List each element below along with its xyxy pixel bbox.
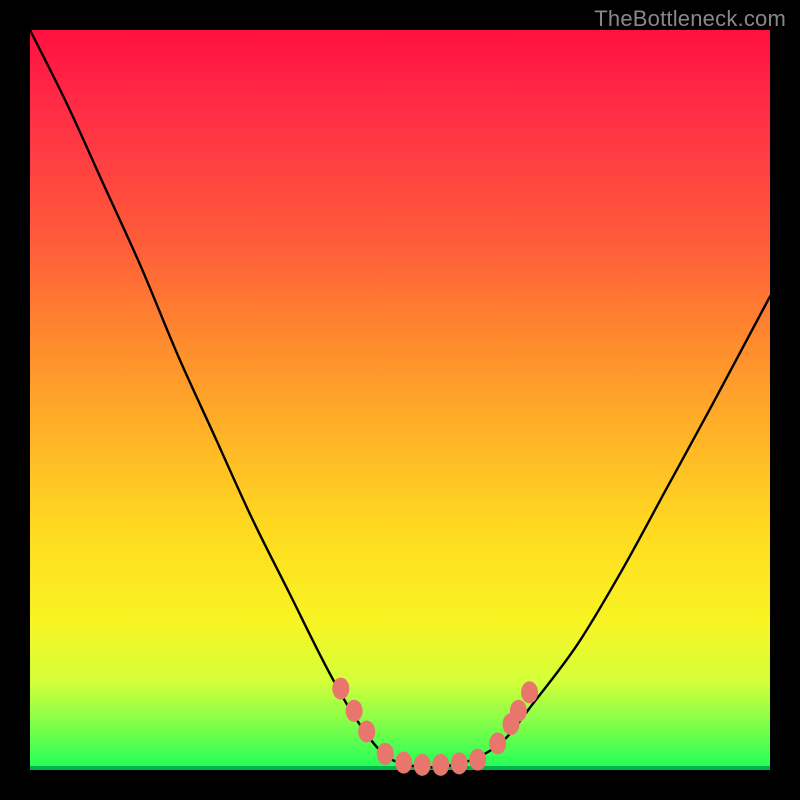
- marker-dot: [395, 752, 412, 774]
- marker-dot: [469, 749, 486, 771]
- watermark-text: TheBottleneck.com: [594, 6, 786, 32]
- chart-svg: [30, 30, 770, 770]
- valley-markers: [332, 678, 538, 776]
- marker-dot: [332, 678, 349, 700]
- marker-dot: [489, 732, 506, 754]
- marker-dot: [358, 721, 375, 743]
- marker-dot: [414, 754, 431, 776]
- marker-dot: [510, 700, 527, 722]
- marker-dot: [346, 700, 363, 722]
- marker-dot: [451, 752, 468, 774]
- bottleneck-curve: [30, 30, 770, 767]
- marker-dot: [432, 754, 449, 776]
- plot-area: [30, 30, 770, 770]
- outer-frame: TheBottleneck.com: [0, 0, 800, 800]
- marker-dot: [377, 743, 394, 765]
- marker-dot: [521, 681, 538, 703]
